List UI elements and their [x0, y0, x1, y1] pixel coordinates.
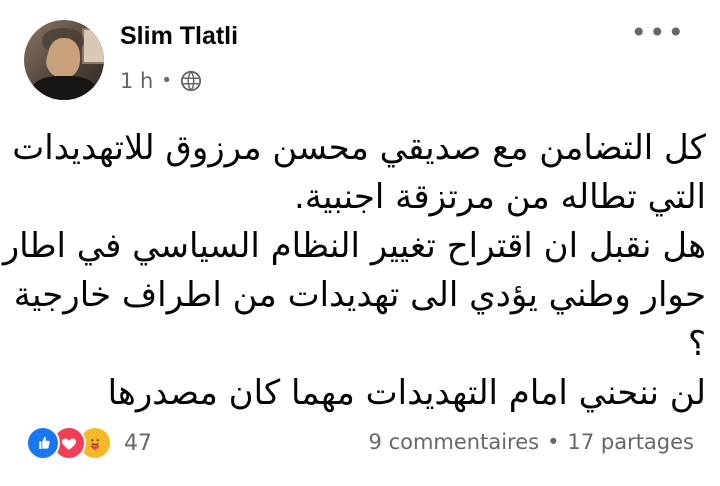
comments-link[interactable]: 9 commentaires: [369, 430, 540, 454]
avatar-face: [48, 38, 80, 78]
post-meta: 1 h •: [120, 67, 202, 95]
post-footer: 47 9 commentaires • 17 partages: [0, 420, 720, 468]
post-line-4: حوار وطني يؤدي الى تهديدات من اطراف خارج…: [13, 275, 706, 315]
post-line-1: كل التضامن مع صديقي محسن مرزوق للاتهديدا…: [12, 128, 706, 168]
post-stats: 9 commentaires • 17 partages: [369, 430, 694, 454]
avatar-background-frame: [82, 28, 104, 64]
post-text: كل التضامن مع صديقي محسن مرزوق للاتهديدا…: [2, 124, 706, 418]
like-icon: [26, 426, 60, 460]
author-name[interactable]: Slim Tlatli: [120, 22, 238, 51]
author-avatar[interactable]: [24, 20, 104, 100]
post-line-3: هل نقبل ان اقتراح تغيير النظام السياسي ف…: [2, 226, 706, 266]
shares-link[interactable]: 17 partages: [567, 430, 694, 454]
post-line-5: ؟: [687, 324, 706, 364]
meta-separator: •: [161, 70, 172, 91]
post-line-2: التي تطاله من مرتزقة اجنبية.: [294, 177, 706, 217]
globe-icon: [180, 70, 202, 92]
avatar-shirt: [32, 76, 96, 100]
more-options-button[interactable]: •••: [630, 19, 686, 47]
post-time[interactable]: 1 h: [120, 69, 153, 93]
reaction-count[interactable]: 47: [124, 431, 152, 456]
stats-separator: •: [547, 430, 560, 454]
reaction-summary[interactable]: 47: [26, 426, 152, 460]
post-line-6: لن ننحني امام التهديدات مهما كان مصدرها: [107, 373, 706, 413]
